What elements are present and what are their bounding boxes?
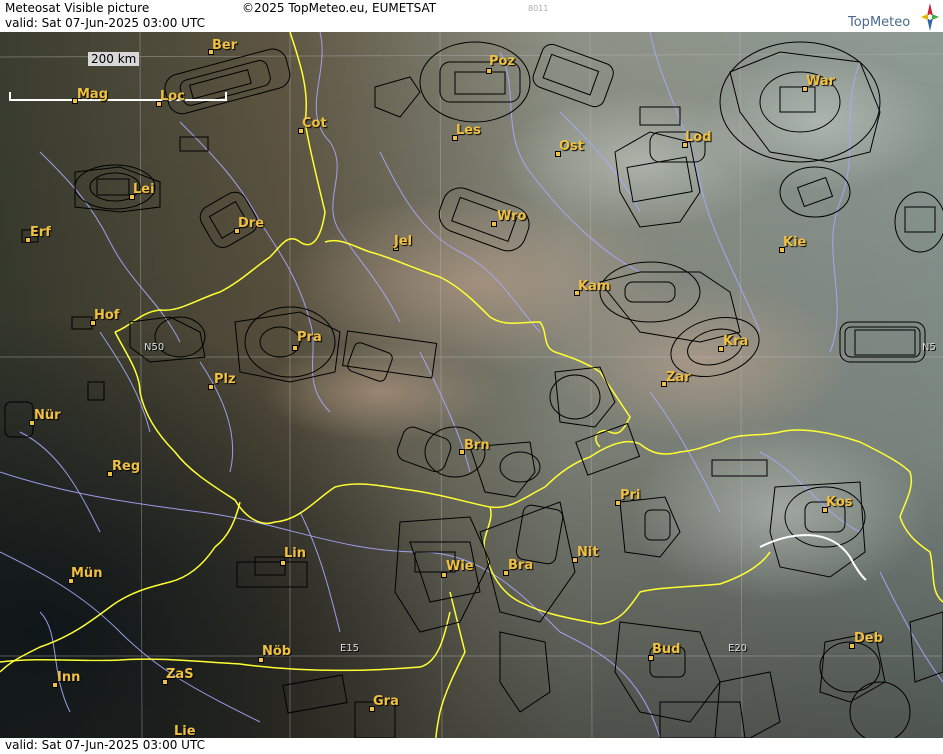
city-label: Plz xyxy=(214,372,236,387)
copyright: ©2025 TopMeteo.eu, EUMETSAT xyxy=(242,1,437,15)
city-label: Dre xyxy=(238,216,265,231)
topmeteo-logo[interactable]: TopMeteo xyxy=(848,2,940,32)
city-label: Kam xyxy=(578,279,611,294)
city-label: Kie xyxy=(783,235,807,250)
city-label: War xyxy=(806,74,836,89)
scale-bar xyxy=(8,89,228,103)
footer-valid-time: valid: Sat 07-Jun-2025 03:00 UTC xyxy=(5,738,205,752)
footer-bar: valid: Sat 07-Jun-2025 03:00 UTC xyxy=(0,738,943,754)
city-label: Inn xyxy=(57,670,81,685)
city-label: Wie xyxy=(446,559,474,574)
compass-icon xyxy=(921,3,939,31)
logo-text: TopMeteo xyxy=(848,15,911,30)
city-label: Cot xyxy=(302,116,327,131)
city-label: Lei xyxy=(133,182,155,197)
scale-label: 200 km xyxy=(88,52,140,66)
city-dot xyxy=(292,345,298,351)
header-bar: Meteosat Visible picture valid: Sat 07-J… xyxy=(0,0,943,33)
city-label: Ost xyxy=(559,139,585,154)
grid-label-e20: E20 xyxy=(728,643,748,654)
city-label: ZaS xyxy=(166,667,194,682)
city-label: Mag xyxy=(77,87,109,102)
city-label: Pra xyxy=(297,330,322,345)
city-label: Kos xyxy=(826,495,853,510)
city-label: Loc xyxy=(160,89,185,104)
city-label: Gra xyxy=(373,694,399,709)
image-code: 8011 xyxy=(528,4,549,13)
grid-label-n50: N50 xyxy=(144,342,165,353)
city-label: Jel xyxy=(394,234,413,249)
city-label: Les xyxy=(456,123,481,138)
city-label: Lie xyxy=(174,724,196,739)
city-label: Brn xyxy=(464,438,490,453)
city-label: Zar xyxy=(666,370,691,385)
city-label: Mün xyxy=(71,566,103,581)
city-label: Wro xyxy=(497,209,527,224)
map-title: Meteosat Visible picture xyxy=(5,1,150,15)
city-label: Lod xyxy=(685,130,712,145)
city-label: Erf xyxy=(30,225,51,240)
city-label: Ber xyxy=(212,38,238,53)
city-label: Hof xyxy=(94,308,120,323)
city-label: Pri xyxy=(620,488,641,503)
city-label: Reg xyxy=(112,459,141,474)
grid-label-n50-right: N5 xyxy=(922,342,936,353)
city-label: Nit xyxy=(577,545,599,560)
valid-time: valid: Sat 07-Jun-2025 03:00 UTC xyxy=(5,16,205,30)
city-label: Nöb xyxy=(262,644,292,659)
city-label: Nür xyxy=(34,408,61,423)
city-label: Bud xyxy=(652,642,681,657)
city-label: Bra xyxy=(508,558,534,573)
city-label: Poz xyxy=(489,54,516,69)
grid-label-e15: E15 xyxy=(340,643,360,654)
city-label: Lin xyxy=(284,546,306,561)
city-label: Deb xyxy=(854,631,883,646)
city-label: Kra xyxy=(723,334,749,349)
